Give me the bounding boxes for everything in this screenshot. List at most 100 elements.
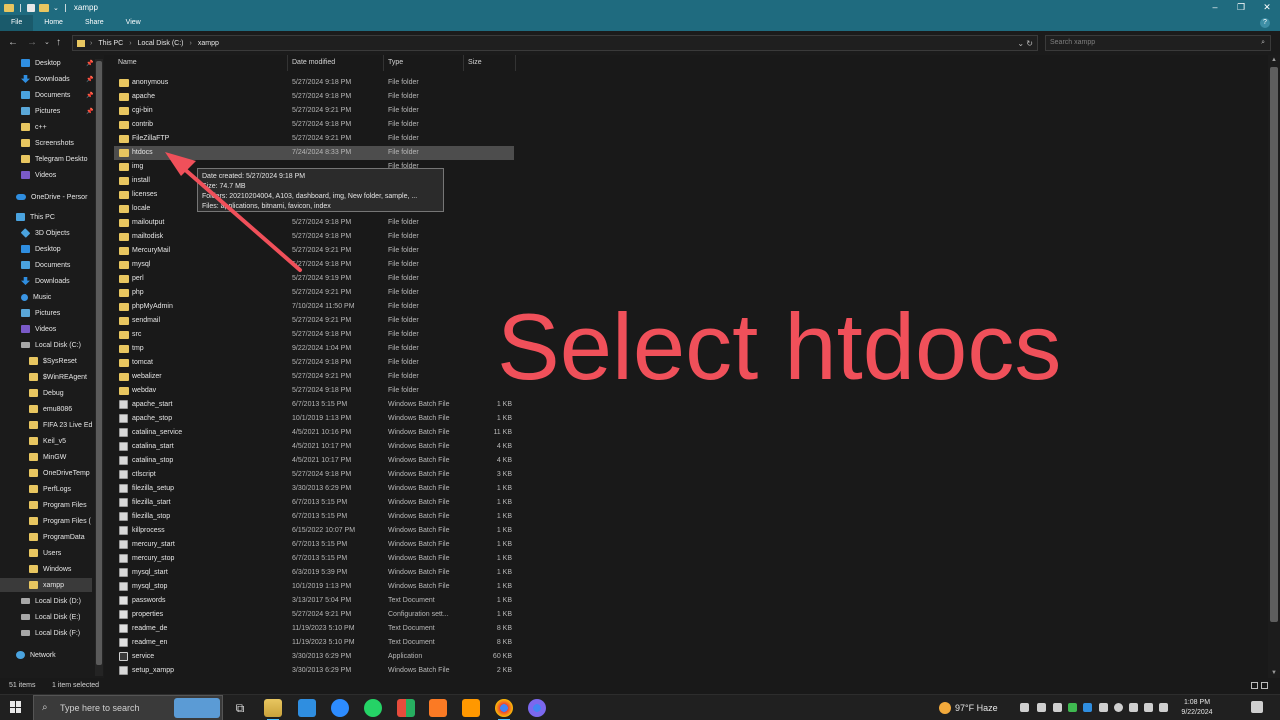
vscode-icon[interactable]	[298, 699, 316, 717]
nav-item-debug[interactable]: Debug	[29, 386, 64, 400]
nav-item-desktop[interactable]: Desktop 📌	[21, 56, 93, 70]
scrollbar-thumb[interactable]	[1270, 67, 1278, 622]
chrome-dev-icon[interactable]	[528, 699, 546, 717]
file-row[interactable]: apache_start 6/7/2013 5:15 PM Windows Batc…	[114, 398, 514, 412]
nav-item-pictures[interactable]: Pictures	[21, 306, 60, 320]
nav-item-this-pc[interactable]: This PC	[16, 210, 55, 224]
new-folder-icon[interactable]	[39, 3, 49, 12]
nav-item-sysreset[interactable]: $SysReset	[29, 354, 77, 368]
clock[interactable]: 1:08 PM 9/22/2024	[1174, 698, 1220, 718]
nav-item-documents[interactable]: Documents 📌	[21, 88, 93, 102]
column-type[interactable]: Type	[384, 55, 464, 71]
file-row[interactable]: contrib 5/27/2024 9:18 PM File folder	[114, 118, 514, 132]
nav-item-mingw[interactable]: MinGW	[29, 450, 66, 464]
help-icon[interactable]: ?	[1260, 18, 1270, 28]
nav-item-local-disk-c[interactable]: Local Disk (C:)	[21, 338, 81, 352]
file-row[interactable]: sendmail 5/27/2024 9:21 PM File folder	[114, 314, 514, 328]
nav-item-keil-v5[interactable]: Keil_v5	[29, 434, 66, 448]
large-icons-view-icon[interactable]	[1261, 682, 1268, 689]
file-explorer-icon[interactable]	[264, 699, 282, 720]
nav-item-onedrivetemp[interactable]: OneDriveTemp	[29, 466, 90, 480]
file-row[interactable]: mercury_start 6/7/2013 5:15 PM Windows Bat…	[114, 538, 514, 552]
breadcrumb-local-disk[interactable]: Local Disk (C:)	[138, 40, 184, 47]
file-row[interactable]: tomcat 5/27/2024 9:18 PM File folder	[114, 356, 514, 370]
nav-item-screenshots[interactable]: Screenshots	[21, 136, 74, 150]
nav-item-documents[interactable]: Documents	[21, 258, 70, 272]
nav-item-winreagent[interactable]: $WinREAgent	[29, 370, 87, 384]
task-view-icon[interactable]: ⧉	[231, 699, 249, 717]
xampp-icon[interactable]	[429, 699, 447, 717]
nav-item-music[interactable]: Music	[21, 290, 51, 304]
file-row[interactable]: apache_stop 10/1/2019 1:13 PM Windows Batc…	[114, 412, 514, 426]
nav-item-local-disk-e[interactable]: Local Disk (E:)	[21, 610, 81, 624]
scroll-up-icon[interactable]: ▲	[1271, 57, 1277, 63]
navigation-scrollbar[interactable]	[95, 59, 103, 676]
search-input[interactable]: Search xampp ⌕	[1045, 35, 1271, 51]
nav-item-telegram-deskto[interactable]: Telegram Deskto	[21, 152, 88, 166]
nav-item-local-disk-d[interactable]: Local Disk (D:)	[21, 594, 81, 608]
address-bar[interactable]: › This PC › Local Disk (C:) › xampp ⌄ ↻	[72, 35, 1038, 51]
nav-item-network[interactable]: Network	[16, 648, 56, 662]
file-row[interactable]: properties 5/27/2024 9:21 PM Configuration…	[114, 608, 514, 622]
nav-item-users[interactable]: Users	[29, 546, 61, 560]
nav-item-program-files[interactable]: Program Files (	[29, 514, 91, 528]
file-row[interactable]: mailtodisk 5/27/2024 9:18 PM File folder	[114, 230, 514, 244]
chevron-down-icon[interactable]: ⌄	[53, 4, 59, 12]
file-row[interactable]: filezilla_stop 6/7/2013 5:15 PM Windows Ba…	[114, 510, 514, 524]
column-date-modified[interactable]: Date modified	[288, 55, 384, 71]
file-row[interactable]: apache 5/27/2024 9:18 PM File folder	[114, 90, 514, 104]
keyboard-icon[interactable]	[1053, 703, 1062, 712]
nav-item-program-files[interactable]: Program Files	[29, 498, 87, 512]
nav-item-videos[interactable]: Videos	[21, 168, 56, 182]
back-arrow-icon[interactable]: ←	[8, 36, 18, 50]
file-row[interactable]: service 3/30/2013 6:29 PM Application 60 KB	[114, 650, 514, 664]
file-row[interactable]: perl 5/27/2024 9:19 PM File folder	[114, 272, 514, 286]
file-row[interactable]: cgi-bin 5/27/2024 9:21 PM File folder	[114, 104, 514, 118]
file-list-scrollbar[interactable]: ▲ ▼	[1268, 55, 1280, 678]
file-row[interactable]: mailoutput 5/27/2024 9:18 PM File folder	[114, 216, 514, 230]
file-row[interactable]: killprocess 6/15/2022 10:07 PM Windows Bat…	[114, 524, 514, 538]
breadcrumb-this-pc[interactable]: This PC	[98, 40, 123, 47]
weather-widget[interactable]: 97°F Haze	[939, 702, 998, 714]
file-row[interactable]: src 5/27/2024 9:18 PM File folder	[114, 328, 514, 342]
nav-item-downloads[interactable]: Downloads	[21, 274, 70, 288]
zoom-icon[interactable]	[331, 699, 349, 717]
usb-icon[interactable]	[1037, 703, 1046, 712]
nav-item-windows[interactable]: Windows	[29, 562, 71, 576]
nav-item-onedrive-persor[interactable]: OneDrive - Persor	[16, 190, 87, 204]
file-row[interactable]: webalizer 5/27/2024 9:21 PM File folder	[114, 370, 514, 384]
minimize-button[interactable]: –	[1202, 0, 1228, 15]
scrollbar-thumb[interactable]	[96, 61, 102, 665]
file-row[interactable]: phpMyAdmin 7/10/2024 11:50 PM File folder	[114, 300, 514, 314]
tab-file[interactable]: File	[0, 15, 34, 31]
cloud-icon[interactable]	[1099, 703, 1108, 712]
column-name[interactable]: Name	[114, 55, 288, 71]
file-row[interactable]: MercuryMail 5/27/2024 9:21 PM File folder	[114, 244, 514, 258]
volume-icon[interactable]	[1159, 703, 1168, 712]
maximize-button[interactable]: ❐	[1228, 0, 1254, 15]
file-row[interactable]: readme_en 11/19/2023 5:10 PM Text Document…	[114, 636, 514, 650]
bluetooth-icon[interactable]	[1083, 703, 1092, 712]
file-row[interactable]: mysql_start 6/3/2019 5:39 PM Windows Batch…	[114, 566, 514, 580]
file-row[interactable]: filezilla_start 6/7/2013 5:15 PM Windows B…	[114, 496, 514, 510]
nav-item-pictures[interactable]: Pictures 📌	[21, 104, 93, 118]
wifi-icon[interactable]	[1144, 703, 1153, 712]
app-tray-icon[interactable]	[1068, 703, 1077, 712]
scroll-down-icon[interactable]: ▼	[1271, 670, 1277, 676]
whatsapp-icon[interactable]	[364, 699, 382, 717]
nav-item-local-disk-f[interactable]: Local Disk (F:)	[21, 626, 80, 640]
refresh-icon[interactable]: ⌄ ↻	[1017, 39, 1033, 48]
file-row[interactable]: passwords 3/13/2017 5:04 PM Text Document 1…	[114, 594, 514, 608]
tab-home[interactable]: Home	[33, 15, 74, 31]
tab-share[interactable]: Share	[74, 15, 115, 31]
nav-item-programdata[interactable]: ProgramData	[29, 530, 85, 544]
up-arrow-icon[interactable]: ↑	[56, 36, 61, 50]
sublime-icon[interactable]	[462, 699, 480, 717]
column-size[interactable]: Size	[464, 55, 516, 71]
person-icon[interactable]	[1020, 703, 1029, 712]
nav-item-videos[interactable]: Videos	[21, 322, 56, 336]
file-row[interactable]: catalina_stop 4/5/2021 10:17 PM Windows Ba…	[114, 454, 514, 468]
file-row[interactable]: webdav 5/27/2024 9:18 PM File folder	[114, 384, 514, 398]
file-row[interactable]: tmp 9/22/2024 1:04 PM File folder	[114, 342, 514, 356]
file-row[interactable]: FileZillaFTP 5/27/2024 9:21 PM File folder	[114, 132, 514, 146]
